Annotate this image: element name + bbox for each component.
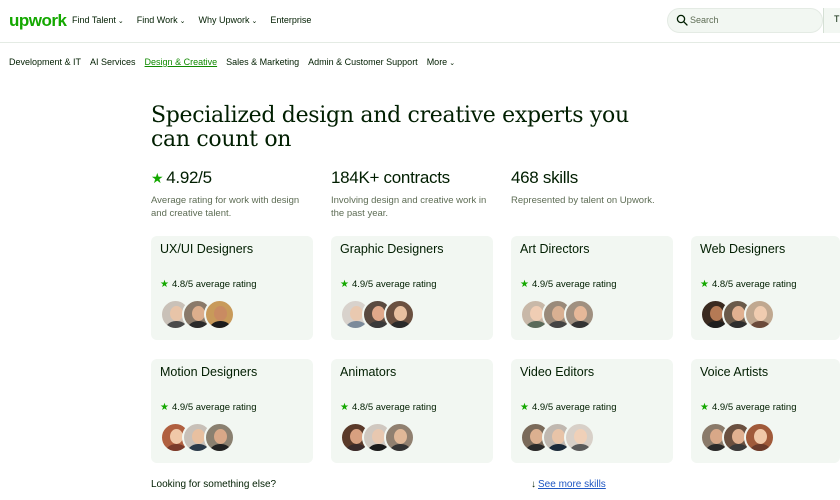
star-icon: ★ — [520, 402, 529, 413]
skill-card-video-editors[interactable]: Video Editors ★ 4.9/5 average rating — [511, 359, 673, 463]
avatar — [384, 422, 415, 453]
skill-card-art-directors[interactable]: Art Directors ★ 4.9/5 average rating — [511, 236, 673, 340]
stat-skills: 468 skills Represented by talent on Upwo… — [511, 168, 676, 207]
looking-for-else-text: Looking for something else? — [151, 479, 277, 490]
page-title: Specialized design and creative experts … — [151, 103, 629, 152]
search-type-dropdown[interactable]: T — [823, 8, 840, 33]
chevron-down-icon: ⌄ — [449, 60, 456, 67]
stat-description: Average rating for work with design and … — [151, 195, 300, 219]
category-ai-services[interactable]: AI Services — [90, 57, 136, 67]
skill-card-graphic-designers[interactable]: Graphic Designers ★ 4.9/5 average rating — [331, 236, 493, 340]
card-rating: ★ 4.9/5 average rating — [700, 402, 797, 413]
avatar — [204, 299, 235, 330]
card-title: Video Editors — [520, 365, 595, 379]
top-nav: Find Talent ⌄ Find Work ⌄ Why Upwork ⌄ Ente… — [72, 15, 311, 25]
stat-rating: ★ 4.92/5 Average rating for work with des… — [151, 168, 316, 220]
card-title: Art Directors — [520, 242, 590, 256]
card-title: Web Designers — [700, 242, 786, 256]
nav-why-upwork[interactable]: Why Upwork ⌄ — [198, 15, 257, 25]
chevron-down-icon: ⌄ — [179, 18, 186, 25]
star-icon: ★ — [700, 279, 709, 290]
card-rating: ★ 4.9/5 average rating — [160, 402, 257, 413]
category-nav: Development & IT AI Services Design & Cr… — [9, 57, 455, 67]
avatar — [744, 422, 775, 453]
nav-enterprise[interactable]: Enterprise — [270, 15, 311, 25]
upwork-logo[interactable]: upwork — [9, 11, 67, 31]
search-icon — [676, 14, 688, 26]
skill-card-ux-ui-designers[interactable]: UX/UI Designers ★ 4.8/5 average rating — [151, 236, 313, 340]
chevron-down-icon: ⌄ — [251, 18, 258, 25]
star-icon: ★ — [160, 279, 169, 290]
avatar — [384, 299, 415, 330]
card-title: Graphic Designers — [340, 242, 444, 256]
card-title: Animators — [340, 365, 397, 379]
stat-value: 468 skills — [511, 168, 578, 187]
card-rating: ★ 4.9/5 average rating — [520, 402, 617, 413]
stat-description: Involving design and creative work in th… — [331, 195, 487, 219]
category-development-it[interactable]: Development & IT — [9, 57, 81, 67]
category-admin-support[interactable]: Admin & Customer Support — [308, 57, 418, 67]
category-design-creative[interactable]: Design & Creative — [145, 57, 218, 67]
stat-contracts: 184K+ contracts Involving design and cre… — [331, 168, 496, 220]
see-more-skills-link[interactable]: ↓ See more skills — [531, 479, 606, 490]
star-icon: ★ — [700, 402, 709, 413]
category-more[interactable]: More ⌄ — [427, 57, 455, 67]
card-title: Voice Artists — [700, 365, 769, 379]
star-icon: ★ — [151, 170, 164, 186]
card-rating: ★ 4.8/5 average rating — [700, 279, 797, 290]
chevron-down-icon: ⌄ — [117, 18, 124, 25]
category-sales-marketing[interactable]: Sales & Marketing — [226, 57, 299, 67]
avatar — [564, 422, 595, 453]
avatar — [744, 299, 775, 330]
top-header: upwork Find Talent ⌄ Find Work ⌄ Why Upwor… — [0, 0, 840, 43]
search-box[interactable] — [667, 8, 823, 33]
star-icon: ★ — [520, 279, 529, 290]
card-title: UX/UI Designers — [160, 242, 254, 256]
card-rating: ★ 4.8/5 average rating — [160, 279, 257, 290]
stat-description: Represented by talent on Upwork. — [511, 195, 655, 206]
skill-card-web-designers[interactable]: Web Designers ★ 4.8/5 average rating — [691, 236, 840, 340]
skill-card-animators[interactable]: Animators ★ 4.8/5 average rating — [331, 359, 493, 463]
stat-value: 184K+ contracts — [331, 168, 450, 187]
arrow-down-icon: ↓ — [531, 479, 536, 490]
skill-card-motion-designers[interactable]: Motion Designers ★ 4.9/5 average rating — [151, 359, 313, 463]
star-icon: ★ — [160, 402, 169, 413]
star-icon: ★ — [340, 279, 349, 290]
stat-value: 4.92/5 — [166, 168, 212, 187]
avatar — [204, 422, 235, 453]
card-rating: ★ 4.9/5 average rating — [520, 279, 617, 290]
nav-find-work[interactable]: Find Work ⌄ — [137, 15, 186, 25]
card-rating: ★ 4.9/5 average rating — [340, 279, 437, 290]
skill-card-voice-artists[interactable]: Voice Artists ★ 4.9/5 average rating — [691, 359, 840, 463]
star-icon: ★ — [340, 402, 349, 413]
avatar — [564, 299, 595, 330]
card-title: Motion Designers — [160, 365, 258, 379]
card-rating: ★ 4.8/5 average rating — [340, 402, 437, 413]
search-input[interactable] — [690, 15, 815, 25]
nav-find-talent[interactable]: Find Talent ⌄ — [72, 15, 124, 25]
